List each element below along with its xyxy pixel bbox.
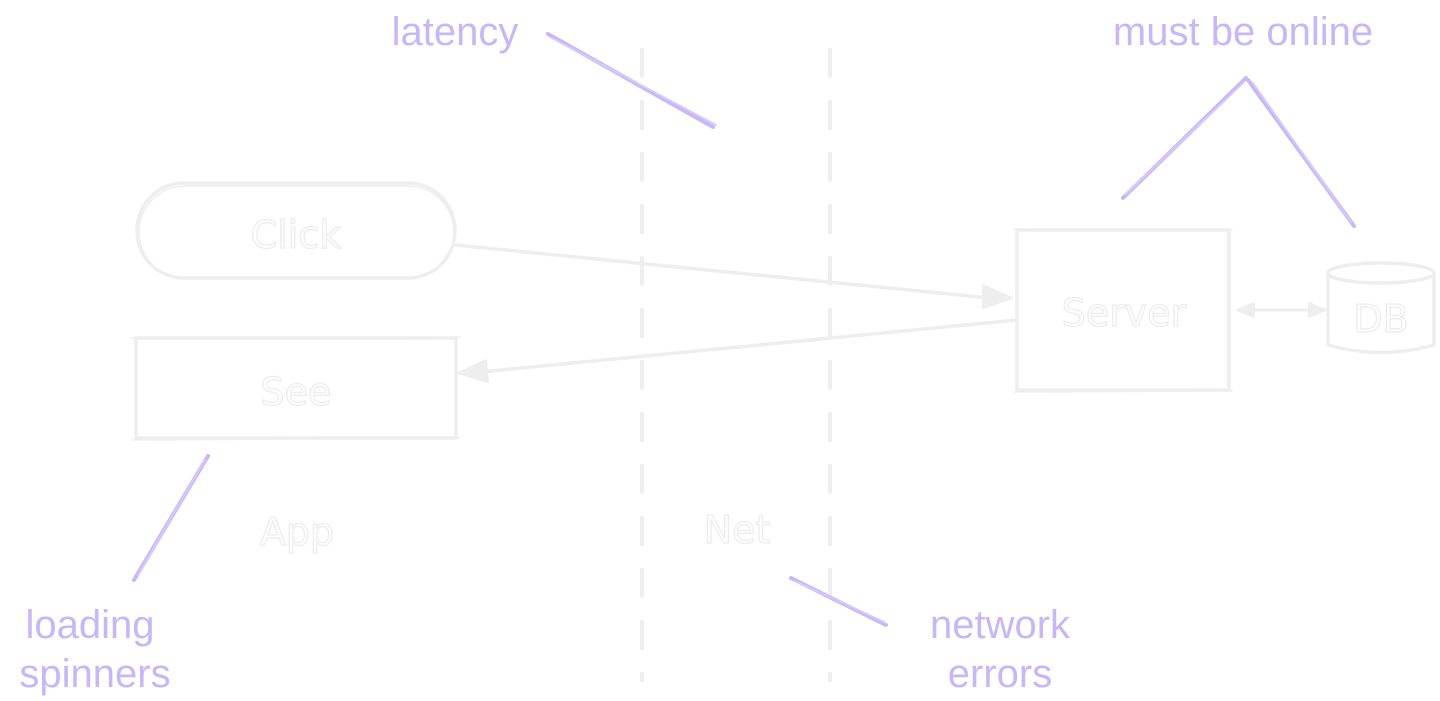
diagram-canvas: Click See Server DB App Net latency must…	[19, 10, 1436, 696]
must-be-online-pointer	[1121, 76, 1356, 228]
loading-spinners-annotation-line2: spinners	[19, 652, 170, 696]
click-node: Click	[135, 181, 457, 280]
net-zone-label: Net	[704, 508, 771, 552]
db-node: DB	[1326, 261, 1436, 355]
see-label: See	[261, 370, 332, 414]
network-errors-annotation-line2: errors	[948, 652, 1052, 696]
loading-spinners-annotation-line1: loading	[25, 603, 154, 647]
server-label: Server	[1062, 291, 1187, 335]
network-errors-annotation-line1: network	[930, 603, 1071, 647]
server-node: Server	[1013, 228, 1233, 393]
server-db-arrow	[1236, 302, 1327, 318]
click-label: Click	[251, 213, 342, 257]
request-arrow	[453, 243, 1013, 309]
latency-annotation: latency	[392, 10, 519, 54]
latency-pointer	[546, 32, 717, 129]
loading-spinners-pointer	[132, 454, 210, 582]
must-be-online-annotation: must be online	[1113, 10, 1373, 54]
see-node: See	[129, 336, 461, 441]
response-arrow	[457, 318, 1019, 383]
db-label: DB	[1353, 297, 1408, 341]
network-errors-pointer	[789, 576, 888, 627]
app-zone-label: App	[260, 510, 334, 554]
